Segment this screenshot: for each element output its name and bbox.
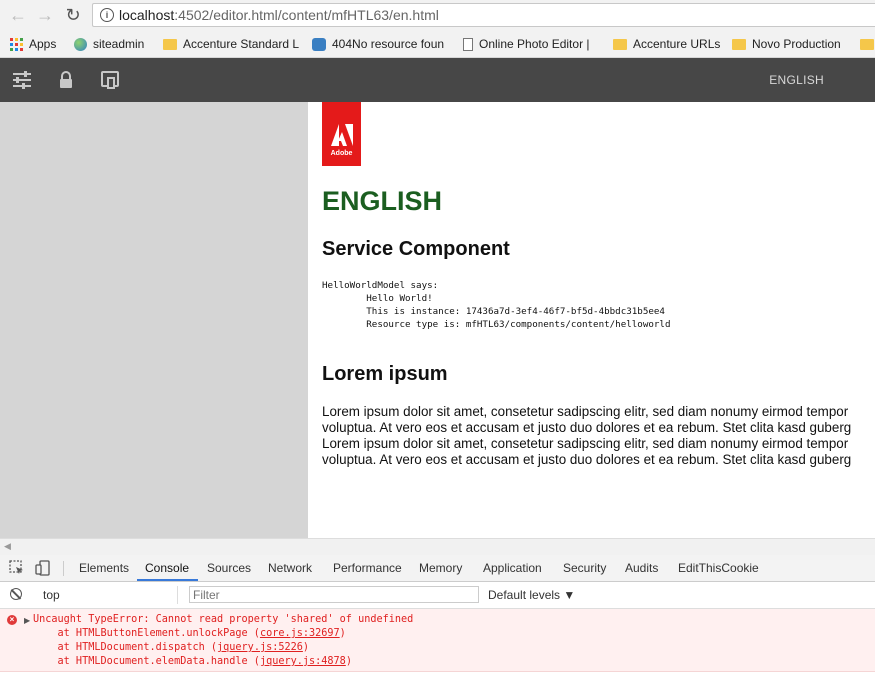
stack-source-link[interactable]: core.js:32697 bbox=[260, 628, 340, 639]
adobe-logo: Adobe bbox=[322, 102, 361, 166]
device-toolbar-icon[interactable] bbox=[35, 560, 51, 576]
folder-icon bbox=[163, 38, 177, 50]
bookmark-apps[interactable]: Apps bbox=[10, 35, 56, 53]
tab-security[interactable]: Security bbox=[563, 561, 606, 575]
scroll-left-icon[interactable]: ◀ bbox=[4, 541, 11, 552]
tab-elements[interactable]: Elements bbox=[79, 561, 129, 575]
devtools-tabbar: Elements Console Sources Network Perform… bbox=[0, 555, 875, 582]
lock-icon[interactable] bbox=[56, 70, 76, 90]
page-content: Adobe ENGLISH Service Component HelloWor… bbox=[308, 102, 875, 538]
error-icon: × bbox=[7, 615, 17, 625]
reload-icon[interactable]: ↻ bbox=[63, 5, 83, 25]
bookmark-siteadmin[interactable]: siteadmin bbox=[74, 35, 144, 53]
console-filter-input[interactable] bbox=[189, 586, 479, 603]
stack-frame: at HTMLDocument.dispatch (jquery.js:5226… bbox=[33, 642, 310, 653]
tab-editthiscookie[interactable]: EditThisCookie bbox=[678, 561, 759, 575]
stack-source-link[interactable]: jquery.js:5226 bbox=[217, 642, 303, 653]
context-selector[interactable]: top bbox=[33, 586, 178, 604]
stack-source-link[interactable]: jquery.js:4878 bbox=[260, 656, 346, 667]
tab-sources[interactable]: Sources bbox=[207, 561, 251, 575]
forward-arrow-icon[interactable]: → bbox=[35, 5, 55, 25]
bookmark-online-photo-editor[interactable]: Online Photo Editor | bbox=[463, 35, 590, 53]
bookmark-overflow-folder[interactable] bbox=[860, 35, 874, 53]
folder-icon bbox=[613, 38, 627, 50]
address-bar[interactable]: i localhost:4502/editor.html/content/mfH… bbox=[92, 3, 875, 27]
info-icon[interactable]: i bbox=[100, 8, 114, 22]
lorem-line: Lorem ipsum dolor sit amet, consetetur s… bbox=[322, 404, 849, 419]
folder-icon bbox=[860, 38, 874, 50]
tab-memory[interactable]: Memory bbox=[419, 561, 462, 575]
console-error-message: × ▶ Uncaught TypeError: Cannot read prop… bbox=[0, 609, 875, 672]
tab-performance[interactable]: Performance bbox=[333, 561, 402, 575]
tab-network[interactable]: Network bbox=[268, 561, 312, 575]
tab-audits[interactable]: Audits bbox=[625, 561, 658, 575]
lorem-line: voluptua. At vero eos et accusam et just… bbox=[322, 452, 852, 467]
bookmark-404[interactable]: 404No resource foun bbox=[312, 35, 444, 53]
log-levels-dropdown[interactable]: Default levels ▼ bbox=[488, 588, 575, 602]
left-rail bbox=[0, 102, 308, 538]
console-filter-bar: top Default levels ▼ bbox=[0, 582, 875, 609]
apps-grid-icon bbox=[10, 37, 23, 51]
folder-icon bbox=[732, 38, 746, 50]
bookmark-accenture-standard[interactable]: Accenture Standard L bbox=[163, 35, 299, 53]
bookmark-novo-production[interactable]: Novo Production bbox=[732, 35, 841, 53]
stack-frame: at HTMLButtonElement.unlockPage (core.js… bbox=[33, 628, 346, 639]
adobe-a-icon bbox=[331, 124, 353, 146]
tab-application[interactable]: Application bbox=[483, 561, 542, 575]
tab-console[interactable]: Console bbox=[145, 561, 189, 575]
toolbar-divider bbox=[63, 561, 64, 576]
back-arrow-icon[interactable]: ← bbox=[8, 5, 28, 25]
active-tab-indicator bbox=[137, 579, 198, 581]
service-heading: Service Component bbox=[322, 238, 510, 260]
lorem-heading: Lorem ipsum bbox=[322, 363, 448, 385]
emulator-icon[interactable] bbox=[100, 70, 120, 90]
url-text[interactable]: localhost:4502/editor.html/content/mfHTL… bbox=[119, 7, 439, 23]
sliders-icon[interactable] bbox=[12, 70, 32, 90]
browser-toolbar: ← → ↻ i localhost:4502/editor.html/conte… bbox=[0, 0, 875, 31]
document-icon bbox=[463, 37, 473, 51]
puzzle-icon bbox=[312, 37, 326, 51]
horizontal-scrollbar[interactable]: ◀ bbox=[0, 538, 875, 555]
clear-console-icon[interactable] bbox=[10, 588, 22, 600]
lorem-line: voluptua. At vero eos et accusam et just… bbox=[322, 420, 852, 435]
editor-page-title: ENGLISH bbox=[769, 73, 824, 87]
stack-frame: at HTMLDocument.elemData.handle (jquery.… bbox=[33, 656, 352, 667]
lorem-line: Lorem ipsum dolor sit amet, consetetur s… bbox=[322, 436, 849, 451]
globe-icon bbox=[74, 37, 87, 51]
console-prompt-row[interactable] bbox=[0, 672, 875, 678]
editor-toolbar: ENGLISH bbox=[0, 58, 875, 102]
inspect-element-icon[interactable] bbox=[9, 560, 25, 576]
expand-triangle-icon[interactable]: ▶ bbox=[24, 616, 30, 625]
service-output: HelloWorldModel says: Hello World! This … bbox=[322, 280, 671, 330]
page-heading: ENGLISH bbox=[322, 186, 443, 216]
error-text: Uncaught TypeError: Cannot read property… bbox=[33, 614, 414, 625]
bookmarks-bar: Apps siteadmin Accenture Standard L 404N… bbox=[0, 31, 875, 58]
bookmark-accenture-urls[interactable]: Accenture URLs bbox=[613, 35, 720, 53]
